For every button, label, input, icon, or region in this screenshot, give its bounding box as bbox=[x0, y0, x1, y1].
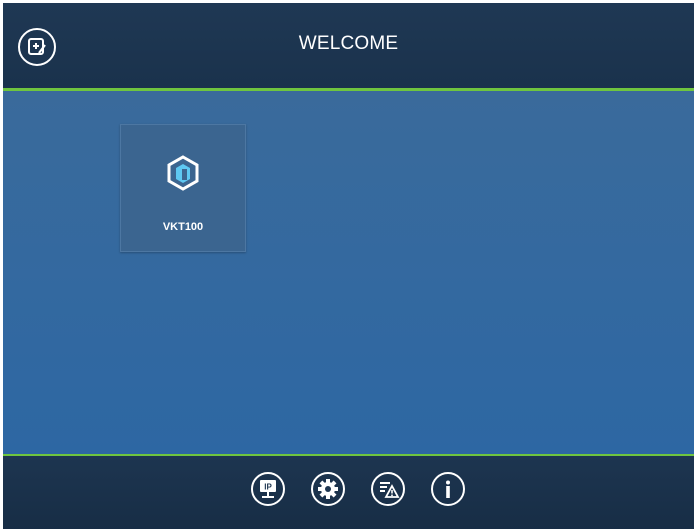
device-area: VKT100 bbox=[3, 91, 694, 454]
alarm-log-button[interactable] bbox=[371, 472, 405, 506]
page-title: WELCOME bbox=[298, 33, 399, 54]
info-icon bbox=[446, 480, 450, 498]
device-tile-vkt100[interactable]: VKT100 bbox=[120, 124, 246, 252]
app-frame: WELCOME VKT100 IP bbox=[3, 3, 694, 529]
device-label: VKT100 bbox=[162, 221, 204, 233]
ip-settings-button[interactable]: IP bbox=[251, 472, 285, 506]
hexagon-device-icon bbox=[167, 155, 199, 191]
gear-icon bbox=[318, 479, 338, 499]
settings-button[interactable] bbox=[311, 472, 345, 506]
warning-list-icon bbox=[380, 482, 400, 498]
footer-toolbar: IP bbox=[3, 454, 694, 529]
ip-monitor-icon: IP bbox=[260, 480, 276, 498]
info-button[interactable] bbox=[431, 472, 465, 506]
ip-icon-text: IP bbox=[264, 483, 272, 492]
header-bar: WELCOME bbox=[3, 3, 694, 91]
